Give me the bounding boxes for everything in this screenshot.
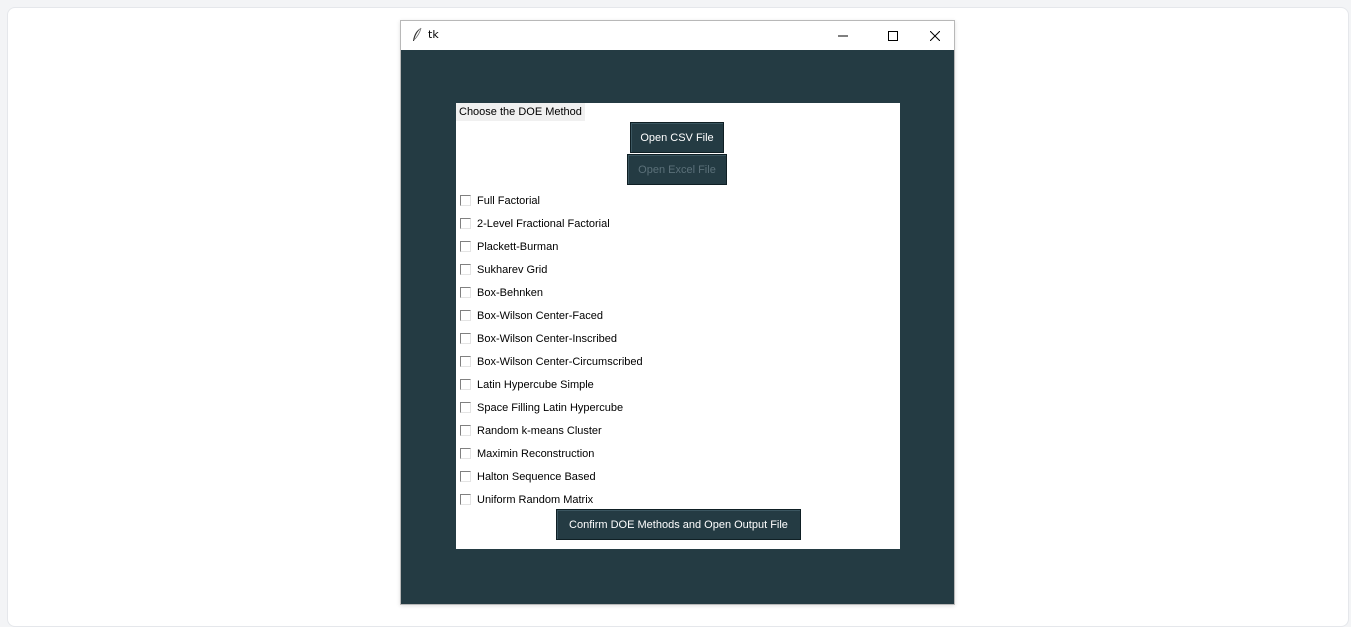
doe-method-panel: Choose the DOE Method Open CSV File Open… <box>456 103 900 549</box>
method-option[interactable]: Space Filling Latin Hypercube <box>460 396 643 419</box>
maximize-icon <box>888 30 898 41</box>
checkbox[interactable] <box>460 287 471 298</box>
checkbox[interactable] <box>460 356 471 367</box>
method-label: Random k-means Cluster <box>477 424 602 437</box>
method-option[interactable]: Random k-means Cluster <box>460 419 643 442</box>
method-option[interactable]: Uniform Random Matrix <box>460 488 643 511</box>
checkbox[interactable] <box>460 494 471 505</box>
method-option[interactable]: Full Factorial <box>460 189 643 212</box>
checkbox[interactable] <box>460 379 471 390</box>
method-label: Plackett-Burman <box>477 240 559 253</box>
minimize-icon <box>838 35 848 36</box>
window-client-area: Choose the DOE Method Open CSV File Open… <box>401 50 954 604</box>
method-label: Box-Behnken <box>477 286 544 299</box>
method-label: Box-Wilson Center-Faced <box>477 309 603 322</box>
method-option[interactable]: Box-Wilson Center-Circumscribed <box>460 350 643 373</box>
method-label: 2-Level Fractional Factorial <box>477 217 610 230</box>
tk-window: tk Choose the DOE Method Open CSV File O… <box>400 20 955 605</box>
checkbox[interactable] <box>460 425 471 436</box>
method-label: Uniform Random Matrix <box>477 493 594 506</box>
method-option[interactable]: Box-Wilson Center-Inscribed <box>460 327 643 350</box>
close-button[interactable] <box>913 21 957 50</box>
method-label: Halton Sequence Based <box>477 470 596 483</box>
method-option[interactable]: Maximin Reconstruction <box>460 442 643 465</box>
method-label: Maximin Reconstruction <box>477 447 595 460</box>
method-label: Box-Wilson Center-Circumscribed <box>477 355 643 368</box>
checkbox[interactable] <box>460 218 471 229</box>
open-csv-button[interactable]: Open CSV File <box>630 122 724 153</box>
method-option[interactable]: Box-Wilson Center-Faced <box>460 304 643 327</box>
method-option[interactable]: Box-Behnken <box>460 281 643 304</box>
close-icon <box>930 30 940 41</box>
window-title: tk <box>428 28 439 41</box>
checkbox[interactable] <box>460 195 471 206</box>
method-label: Latin Hypercube Simple <box>477 378 594 391</box>
maximize-button[interactable] <box>871 21 915 50</box>
method-option[interactable]: 2-Level Fractional Factorial <box>460 212 643 235</box>
checkbox[interactable] <box>460 402 471 413</box>
open-excel-button[interactable]: Open Excel File <box>627 154 727 185</box>
checkbox[interactable] <box>460 333 471 344</box>
checkbox[interactable] <box>460 264 471 275</box>
checkbox[interactable] <box>460 471 471 482</box>
confirm-button[interactable]: Confirm DOE Methods and Open Output File <box>556 509 801 540</box>
method-option[interactable]: Latin Hypercube Simple <box>460 373 643 396</box>
method-label: Space Filling Latin Hypercube <box>477 401 624 414</box>
method-option[interactable]: Halton Sequence Based <box>460 465 643 488</box>
checkbox[interactable] <box>460 448 471 459</box>
checkbox[interactable] <box>460 241 471 252</box>
minimize-button[interactable] <box>821 21 865 50</box>
panel-label: Choose the DOE Method <box>456 103 585 121</box>
method-label: Sukharev Grid <box>477 263 548 276</box>
title-bar[interactable]: tk <box>401 21 954 50</box>
feather-icon <box>413 27 422 41</box>
method-label: Box-Wilson Center-Inscribed <box>477 332 617 345</box>
checkbox[interactable] <box>460 310 471 321</box>
method-checklist: Full Factorial 2-Level Fractional Factor… <box>460 189 643 511</box>
method-option[interactable]: Plackett-Burman <box>460 235 643 258</box>
method-option[interactable]: Sukharev Grid <box>460 258 643 281</box>
method-label: Full Factorial <box>477 194 540 207</box>
